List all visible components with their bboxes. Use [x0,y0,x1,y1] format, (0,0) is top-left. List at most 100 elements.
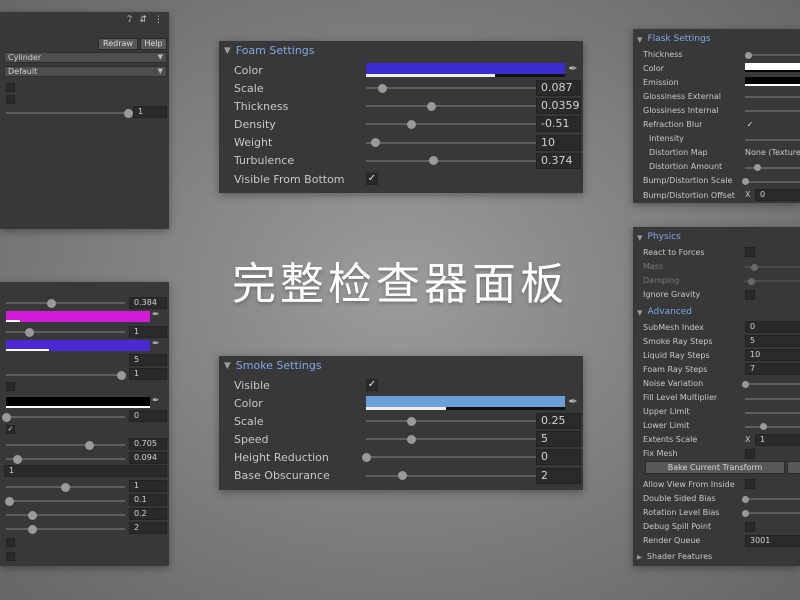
foam-color-field[interactable] [366,63,565,77]
foam-value-field[interactable]: 0.0359 [536,98,581,115]
smoke-slider[interactable] [361,452,548,462]
foam-value-field[interactable]: 0.087 [536,80,581,96]
advanced-checkbox[interactable] [745,521,755,532]
toggle-checkbox[interactable] [6,552,15,561]
foam-slider[interactable] [366,101,548,111]
slider-1[interactable] [6,298,125,308]
smoke-settings-header[interactable]: ▼ Smoke Settings [224,359,322,372]
slider-knob[interactable] [370,138,380,148]
smoke-slider[interactable] [366,434,548,444]
more-icon[interactable]: ⋮ [154,15,163,25]
slider-9[interactable] [6,510,125,520]
toggle-checkbox[interactable]: ✓ [6,425,15,434]
advanced-slider[interactable] [741,380,800,388]
vector-x-field[interactable]: 1 [755,433,800,446]
flask-color-field[interactable] [745,63,800,73]
advanced-slider[interactable] [741,509,800,517]
slider-knob[interactable] [27,510,37,520]
advanced-slider[interactable] [745,411,800,414]
black-color-field[interactable] [6,397,150,408]
flask-slider[interactable] [745,138,800,141]
value-field[interactable]: 0 [129,410,167,422]
advanced-checkbox[interactable] [745,479,755,489]
value-field[interactable]: 1 [4,465,167,477]
slider-6[interactable] [6,454,125,464]
slider-knob[interactable] [759,423,767,431]
slider-knob[interactable] [428,156,438,166]
distortion-map-field[interactable]: None (Texture [745,148,800,157]
slider-5[interactable] [6,440,125,450]
foam-value-field[interactable]: 10 [536,134,581,151]
slider-knob[interactable] [61,482,70,492]
secondary-bake-button[interactable] [787,461,800,474]
slider-3[interactable] [6,370,126,380]
slider-knob[interactable] [407,416,416,426]
value-field[interactable]: 5 [129,354,167,366]
eyedropper-icon[interactable]: ✒ [566,62,580,75]
value-field[interactable]: 2 [129,522,167,534]
flask-slider[interactable] [745,164,800,172]
flask-settings-header[interactable]: ▼ Flask Settings [637,34,710,44]
advanced-checkbox[interactable] [745,448,755,459]
value-field[interactable]: 0.384 [129,297,167,309]
advanced-slider[interactable] [745,423,800,431]
slider-knob[interactable] [84,440,94,450]
violet-color-field[interactable] [6,340,150,351]
advanced-value-field[interactable]: 5 [745,335,800,348]
slider-knob[interactable] [1,412,11,422]
slider-knob[interactable] [747,277,755,285]
value-field[interactable]: 0.094 [129,452,167,464]
settings-icon[interactable]: ⇵ [139,15,147,25]
smoke-value-field[interactable]: 2 [536,467,581,484]
value-field[interactable]: 0.705 [129,438,167,450]
flask-slider[interactable] [741,178,800,186]
flask-checkbox[interactable]: ✓ [745,120,755,130]
value-slider[interactable] [6,108,133,118]
physics-slider[interactable] [745,277,800,285]
advanced-value-field[interactable]: 10 [745,349,800,362]
magenta-color-field[interactable] [6,311,150,322]
slider-knob[interactable] [46,298,56,308]
visible-from-bottom-checkbox[interactable]: ✓ [366,173,378,185]
advanced-slider[interactable] [741,495,800,503]
slider-knob[interactable] [741,509,749,517]
preset-dropdown[interactable]: Default ▼ [4,66,167,77]
slider-knob[interactable] [397,471,407,481]
toggle-checkbox[interactable] [6,95,15,104]
help-icon[interactable]: ❔︎ [127,15,132,25]
slider-knob[interactable] [407,434,416,444]
slider-knob[interactable] [744,51,752,59]
slider-2[interactable] [6,327,125,337]
flask-color-field[interactable] [745,77,800,87]
foam-slider[interactable] [366,119,548,129]
redraw-button[interactable]: Redraw [98,38,138,50]
eyedropper-icon[interactable]: ✒ [152,396,160,406]
foam-value-field[interactable]: -0.51 [536,116,581,133]
smoke-slider[interactable] [366,416,548,426]
value-field[interactable]: 1 [129,368,167,380]
eyedropper-icon[interactable]: ✒ [566,395,580,408]
foam-settings-header[interactable]: ▼ Foam Settings [224,44,315,57]
flask-slider[interactable] [744,51,800,59]
slider-knob[interactable] [741,495,749,503]
vector-x-field[interactable]: 0 [755,189,800,201]
advanced-slider[interactable] [745,397,800,400]
physics-slider[interactable] [745,263,800,271]
physics-header[interactable]: ▼ Physics [637,232,681,242]
slider-knob[interactable] [25,327,35,337]
foam-slider[interactable] [366,138,548,148]
slider-knob[interactable] [27,524,37,534]
slider-knob[interactable] [427,101,437,111]
physics-checkbox[interactable] [745,247,755,257]
toggle-checkbox[interactable] [6,538,15,547]
slider-knob[interactable] [123,108,133,118]
bake-current-transform-button[interactable]: Bake Current Transform [645,461,785,474]
smoke-value-field[interactable]: 5 [536,431,581,448]
advanced-header[interactable]: ▼ Advanced [637,307,692,317]
value-field[interactable]: 0.1 [129,494,167,506]
toggle-checkbox[interactable] [6,83,15,92]
smoke-color-field[interactable] [366,396,565,410]
slider-knob[interactable] [750,263,758,271]
flask-slider[interactable] [745,110,800,113]
smoke-visible-checkbox[interactable]: ✓ [366,379,378,391]
